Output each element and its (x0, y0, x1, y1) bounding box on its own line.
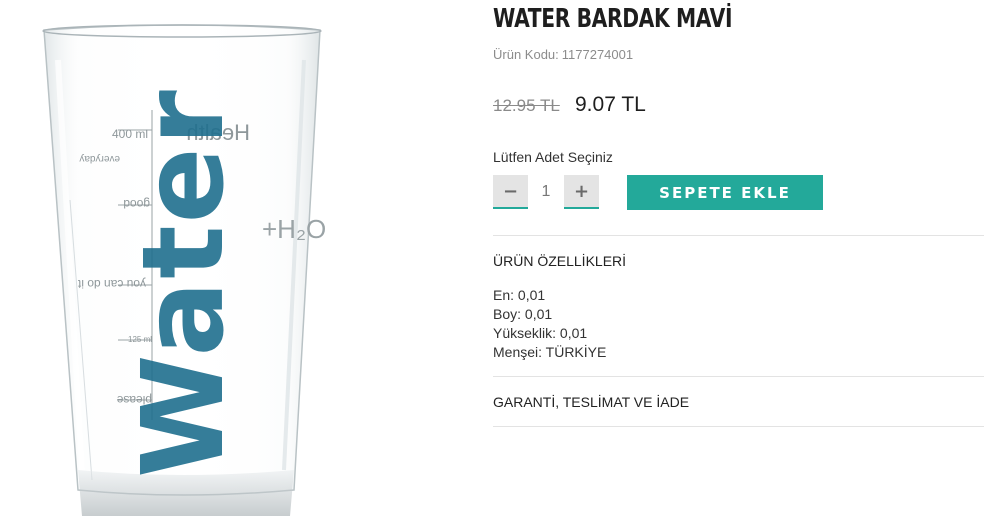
spec-origin: Menşei: TÜRKİYE (493, 344, 607, 360)
spec-width: En: 0,01 (493, 287, 546, 303)
glass-brand-word: Water (119, 88, 249, 478)
divider (493, 235, 984, 236)
old-price: 12.95 TL (493, 96, 560, 115)
spec-list: En: 0,01 Boy: 0,01 Yükseklik: 0,01 Menşe… (493, 286, 606, 362)
spec-length: Boy: 0,01 (493, 306, 553, 322)
glass-word-everyday: everyday (79, 153, 120, 164)
product-image: Health 400 ml everyday good you can do i… (0, 0, 440, 516)
divider (493, 376, 984, 377)
quantity-label: Lütfen Adet Seçiniz (493, 149, 613, 165)
product-title: WATER BARDAK MAVİ (493, 4, 733, 34)
divider (493, 426, 984, 427)
product-code-label: Ürün Kodu: (493, 47, 559, 62)
current-price: 9.07 TL (575, 93, 646, 116)
warranty-delivery-returns-header[interactable]: GARANTİ, TESLİMAT VE İADE (493, 394, 689, 410)
product-features-header[interactable]: ÜRÜN ÖZELLİKLERİ (493, 253, 626, 269)
minus-icon: − (502, 180, 519, 202)
quantity-decrease-button[interactable]: − (493, 175, 528, 209)
quantity-increase-button[interactable]: + (564, 175, 599, 209)
glass-word-h2o: +H₂O (262, 214, 326, 244)
product-details: WATER BARDAK MAVİ Ürün Kodu: 1177274001 1… (493, 0, 984, 516)
spec-height: Yükseklik: 0,01 (493, 325, 588, 341)
product-code: Ürün Kodu: 1177274001 (493, 47, 633, 62)
glass-illustration: Health 400 ml everyday good you can do i… (42, 24, 326, 516)
plus-icon: + (573, 180, 590, 202)
quantity-input[interactable] (528, 175, 564, 209)
product-code-value: 1177274001 (561, 47, 634, 62)
add-to-cart-button[interactable]: SEPETE EKLE (627, 175, 823, 210)
